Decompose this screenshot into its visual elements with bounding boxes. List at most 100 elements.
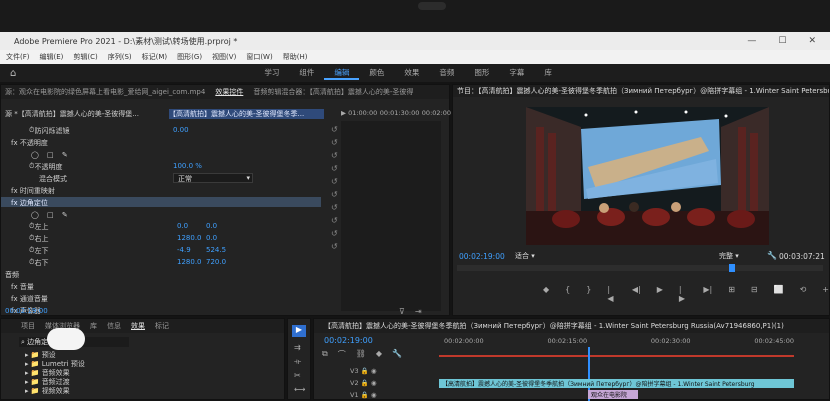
workspace-graphics[interactable]: 图形 (464, 67, 499, 80)
menu-clip[interactable]: 剪辑(C) (73, 52, 97, 62)
timeline-ruler[interactable]: 00:02:00:00 00:02:15:00 00:02:30:00 00:0… (444, 337, 794, 345)
video-preview[interactable] (526, 107, 769, 245)
timeline-timecode[interactable]: 00:02:19:00 (324, 336, 373, 345)
add-marker-button[interactable]: ◆ (543, 285, 549, 303)
playback-quality-select[interactable]: 完整 ▾ (719, 251, 759, 261)
effect-opacity[interactable]: fx 不透明度 (11, 137, 48, 148)
property-row[interactable]: ⏱ 不透明度 (29, 161, 62, 172)
effect-timecode[interactable]: 00:02:19:00 (5, 307, 48, 315)
loop-button[interactable]: ⟲ (800, 285, 807, 303)
ripple-edit-tool-icon[interactable]: ⟛ (294, 357, 301, 367)
go-to-out-button[interactable]: ▶| (703, 285, 712, 303)
menu-window[interactable]: 窗口(W) (246, 52, 272, 62)
property-value-y[interactable]: 0.0 (206, 222, 217, 230)
property-value[interactable]: 100.0 % (173, 162, 202, 170)
linked-selection-icon[interactable]: ⛓ (356, 349, 366, 360)
reset-icon[interactable]: ↺ (331, 229, 338, 238)
effect-time-remap[interactable]: fx 时间重映射 (11, 185, 55, 196)
property-value-y[interactable]: 720.0 (206, 258, 226, 266)
reset-icon[interactable]: ↺ (331, 177, 338, 186)
reset-icon[interactable]: ↺ (331, 190, 338, 199)
mask-tools[interactable]: ◯ □ ✎ (31, 209, 71, 220)
tab-source[interactable]: 源：观众在电影院的绿色屏幕上看电影_爱给网_aigei_com.mp4 (5, 87, 205, 97)
reset-icon[interactable]: ↺ (331, 164, 338, 173)
step-back-button[interactable]: ◀| (632, 285, 641, 303)
reset-icon[interactable]: ↺ (331, 151, 338, 160)
property-value-y[interactable]: 524.5 (206, 246, 226, 254)
wrench-icon[interactable]: 🔧 (767, 251, 777, 260)
nest-icon[interactable]: ⧉ (322, 349, 328, 360)
workspace-assembly[interactable]: 组件 (289, 67, 324, 80)
home-icon[interactable]: ⌂ (10, 68, 16, 79)
property-value[interactable]: 0.00 (173, 126, 189, 134)
play-button[interactable]: ▶ (657, 285, 663, 303)
reset-icon[interactable]: ↺ (331, 125, 338, 134)
tab-audio-mixer[interactable]: 音频剪辑混合器：【高清航拍】震撼人心的美-圣彼得 (253, 87, 413, 97)
tree-item-lumetri[interactable]: ▸ 📁 Lumetri 预设 (25, 360, 85, 369)
tab-effects[interactable]: 效果 (131, 321, 145, 331)
step-forward-button[interactable]: |▶ (679, 285, 688, 303)
workspace-learning[interactable]: 学习 (254, 67, 289, 80)
work-area-bar[interactable] (439, 355, 794, 357)
tab-libraries[interactable]: 库 (90, 321, 97, 331)
export-frame-icon[interactable]: ⇥ (415, 307, 422, 316)
tab-project[interactable]: 项目 (21, 321, 35, 331)
workspace-captions[interactable]: 字幕 (499, 67, 534, 80)
mask-tools[interactable]: ◯ □ ✎ (31, 149, 71, 160)
property-row[interactable]: ⏱ 右下 (29, 257, 48, 268)
workspace-libraries[interactable]: 库 (534, 67, 562, 80)
program-timecode[interactable]: 00:02:19:00 (459, 252, 505, 261)
workspace-editing[interactable]: 编辑 (324, 67, 360, 80)
lift-button[interactable]: ⊞ (728, 285, 735, 303)
effect-corner-pin[interactable]: fx 边角定位 (11, 197, 48, 208)
menu-edit[interactable]: 编辑(E) (40, 52, 64, 62)
track-select-tool-icon[interactable]: ⇉ (294, 343, 301, 352)
minimize-button[interactable]: — (747, 36, 756, 46)
track-header-v2[interactable]: V2 🔒 ◉ (350, 379, 377, 389)
menu-view[interactable]: 视图(V) (212, 52, 236, 62)
mark-in-button[interactable]: { (565, 285, 570, 303)
clip-v2-cinema[interactable]: 观众在电影院 (588, 390, 638, 399)
razor-tool-icon[interactable]: ✂ (294, 371, 301, 380)
workspace-audio[interactable]: 音频 (429, 67, 464, 80)
tree-item-audio-transitions[interactable]: ▸ 📁 音频过渡 (25, 378, 85, 387)
workspace-color[interactable]: 颜色 (359, 67, 394, 80)
reset-icon[interactable]: ↺ (331, 216, 338, 225)
snap-icon[interactable]: ⌒ (338, 349, 346, 360)
audio-effect-volume[interactable]: fx 音量 (11, 281, 34, 292)
property-row[interactable]: ⏱ 防闪烁滤镜 (29, 125, 69, 136)
property-value-x[interactable]: 1280.0 (177, 258, 202, 266)
maximize-button[interactable]: ☐ (778, 36, 786, 46)
extract-button[interactable]: ⊟ (751, 285, 758, 303)
tab-info[interactable]: 信息 (107, 321, 121, 331)
tree-item-presets[interactable]: ▸ 📁 预设 (25, 351, 85, 360)
tree-item-audio-effects[interactable]: ▸ 📁 音频效果 (25, 369, 85, 378)
tab-markers[interactable]: 标记 (155, 321, 169, 331)
wrench-icon[interactable]: 🔧 (392, 349, 402, 360)
workspace-effects[interactable]: 效果 (394, 67, 429, 80)
property-row[interactable]: ⏱ 右上 (29, 233, 48, 244)
audio-effect-channel-volume[interactable]: fx 通道音量 (11, 293, 48, 304)
reset-icon[interactable]: ↺ (331, 138, 338, 147)
property-row[interactable]: 混合模式 (39, 173, 67, 184)
property-row[interactable]: ⏱ 左上 (29, 221, 48, 232)
menu-markers[interactable]: 标记(M) (142, 52, 168, 62)
go-to-in-button[interactable]: |◀ (607, 285, 616, 303)
zoom-fit-select[interactable]: 适合 ▾ (515, 251, 565, 261)
add-marker-icon[interactable]: ◆ (376, 349, 382, 360)
blend-mode-select[interactable]: 正常 ▾ (173, 173, 253, 183)
property-row[interactable]: ⏱ 左下 (29, 245, 48, 256)
timeline-sequence-tab[interactable]: 【高清航拍】震撼人心的美-圣彼得堡冬季航拍（Зимний Петербург）@… (314, 319, 829, 333)
property-value-y[interactable]: 0.0 (206, 234, 217, 242)
button-editor-button[interactable]: + (822, 285, 829, 303)
menu-file[interactable]: 文件(F) (6, 52, 30, 62)
reset-icon[interactable]: ↺ (331, 242, 338, 251)
monitor-scrub-bar[interactable] (457, 265, 823, 271)
property-value-x[interactable]: 0.0 (177, 222, 188, 230)
menu-sequence[interactable]: 序列(S) (108, 52, 132, 62)
keyframe-area[interactable] (341, 121, 441, 311)
tree-item-video-effects[interactable]: ▸ 📁 视频效果 (25, 387, 85, 396)
reset-icon[interactable]: ↺ (331, 203, 338, 212)
mark-out-button[interactable]: } (586, 285, 591, 303)
tab-effect-controls[interactable]: 效果控件 (215, 87, 243, 97)
